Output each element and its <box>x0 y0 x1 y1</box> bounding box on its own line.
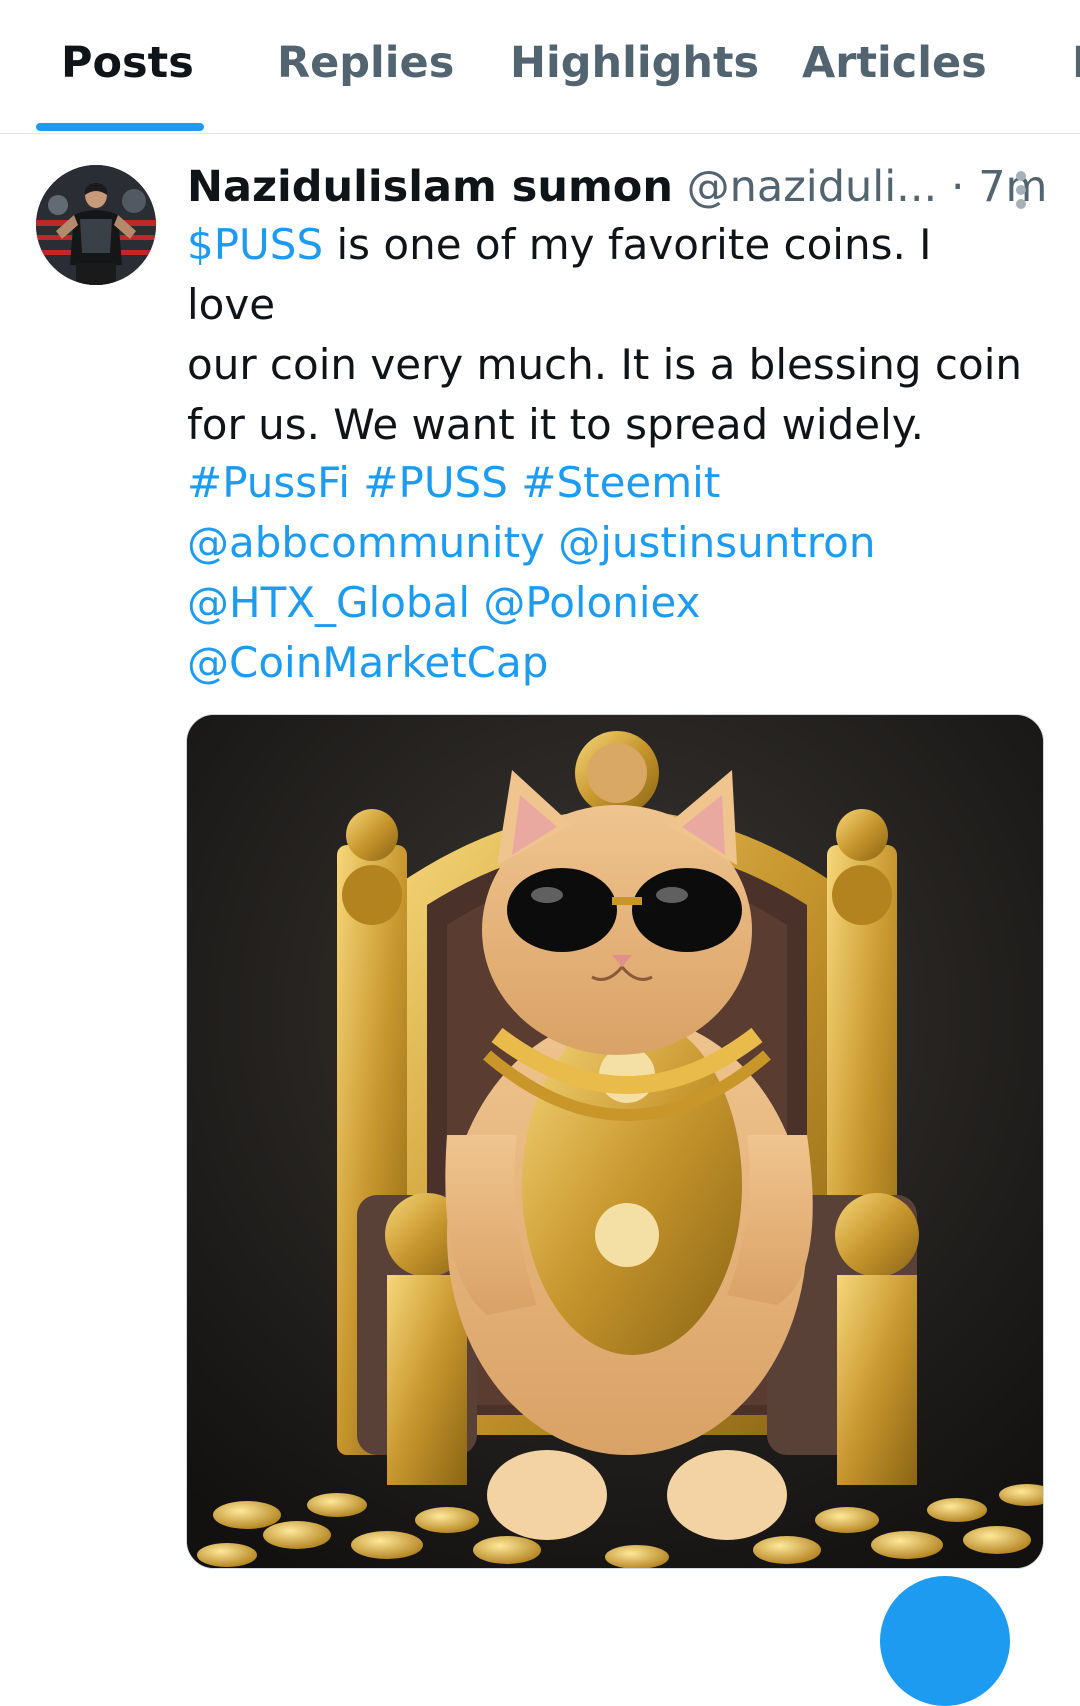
more-options-icon[interactable] <box>1006 167 1036 213</box>
post-text-line3: for us. We want it to spread widely. <box>187 400 924 449</box>
cashtag-link[interactable]: $PUSS <box>187 220 323 269</box>
post-header: Nazidulislam sumon @naziduli... · 7m <box>187 157 1047 217</box>
tab-posts[interactable]: Posts <box>61 38 194 88</box>
tab-highlights[interactable]: Highlights <box>510 38 759 88</box>
post-tags: #PussFi #PUSS #Steemit @abbcommunity @ju… <box>187 453 1027 693</box>
hashtag-link[interactable]: #PUSS <box>363 458 508 507</box>
tab-articles[interactable]: Articles <box>802 38 987 88</box>
compose-post-button[interactable] <box>880 1576 1010 1706</box>
hashtag-link[interactable]: #Steemit <box>521 458 720 507</box>
avatar[interactable] <box>36 165 156 285</box>
tab-media[interactable]: M <box>1072 38 1080 88</box>
post-item[interactable]: Nazidulislam sumon @naziduli... · 7m $PU… <box>0 135 1080 1591</box>
post-text-line2: our coin very much. It is a blessing coi… <box>187 340 1022 389</box>
mention-link[interactable]: @abbcommunity <box>187 518 545 567</box>
author-display-name[interactable]: Nazidulislam sumon <box>187 162 673 212</box>
active-tab-indicator <box>36 123 204 131</box>
hashtag-link[interactable]: #PussFi <box>187 458 350 507</box>
post-image[interactable] <box>186 714 1044 1569</box>
mention-link[interactable]: @CoinMarketCap <box>187 638 548 687</box>
author-handle[interactable]: @naziduli... <box>687 162 938 212</box>
profile-tab-bar: Posts Replies Highlights Articles M <box>0 0 1080 134</box>
mention-link[interactable]: @Poloniex <box>483 578 700 627</box>
tab-replies[interactable]: Replies <box>277 38 454 88</box>
mention-link[interactable]: @HTX_Global <box>187 578 470 627</box>
post-text: $PUSS is one of my favorite coins. I lov… <box>187 215 1027 455</box>
profile-photo-icon <box>36 165 156 285</box>
cat-throne-image-icon <box>187 715 1043 1568</box>
mention-link[interactable]: @justinsuntron <box>558 518 875 567</box>
timestamp-separator: · <box>937 162 979 212</box>
